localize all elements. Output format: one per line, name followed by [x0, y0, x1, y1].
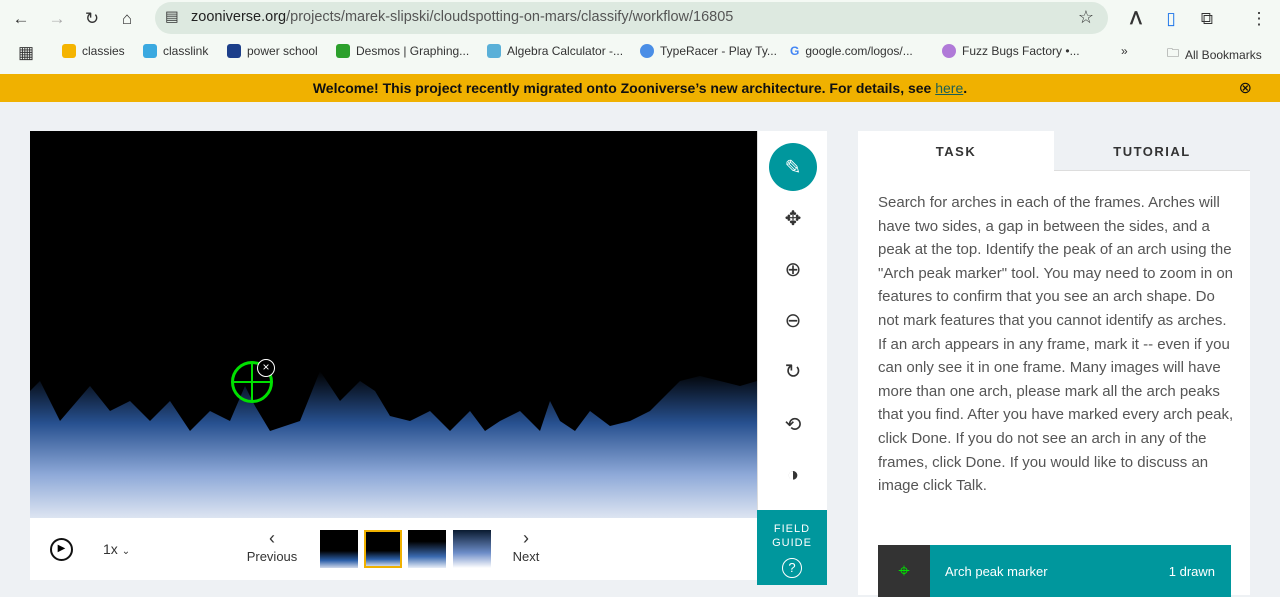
back-icon[interactable]: ←: [10, 8, 32, 30]
reader-icon[interactable]: ▯: [1160, 8, 1182, 30]
bookmark-label: google.com/logos/...: [805, 44, 913, 58]
bookmark-fuzz-bugs[interactable]: Fuzz Bugs Factory •...: [942, 44, 1080, 58]
all-bookmarks-label: All Bookmarks: [1185, 47, 1262, 62]
frame-thumbnail-2[interactable]: [364, 530, 402, 568]
cloud-image: [30, 371, 757, 519]
previous-button[interactable]: ‹ Previous: [242, 528, 302, 564]
bookmark-label: Desmos | Graphing...: [356, 44, 470, 58]
bookmark-algebra[interactable]: Algebra Calculator -...: [487, 44, 623, 58]
forward-icon[interactable]: →: [46, 8, 68, 30]
crosshair-icon: ⌖: [878, 545, 930, 597]
close-banner-icon[interactable]: ⊗: [1239, 78, 1252, 98]
reload-icon[interactable]: ↻: [81, 8, 103, 30]
speed-value: 1x: [103, 541, 118, 557]
url-host: zooniverse.org: [191, 9, 287, 25]
bookmark-classlink[interactable]: classlink: [143, 44, 208, 58]
reset-icon[interactable]: ⟲: [769, 400, 817, 448]
marker-count: 1 drawn: [1168, 564, 1215, 579]
chevron-down-icon: ⌄: [121, 546, 131, 557]
tab-task[interactable]: TASK: [858, 131, 1054, 171]
apps-icon[interactable]: ▦: [15, 42, 37, 64]
welcome-banner: Welcome! This project recently migrated …: [0, 74, 1280, 102]
bookmark-label: power school: [247, 44, 318, 58]
bookmark-label: Fuzz Bugs Factory •...: [962, 44, 1080, 58]
zoom-out-icon[interactable]: ⊖: [769, 296, 817, 344]
menu-icon[interactable]: ⋮: [1248, 8, 1270, 30]
bookmark-label: classies: [82, 44, 125, 58]
star-icon[interactable]: ☆: [1078, 7, 1094, 28]
delete-mark-icon[interactable]: ×: [257, 359, 275, 377]
all-bookmarks[interactable]: 🗀 All Bookmarks: [1167, 44, 1262, 65]
bookmark-power-school[interactable]: power school: [227, 44, 318, 58]
task-instructions: Search for arches in each of the frames.…: [878, 194, 1234, 495]
tab-tutorial[interactable]: TUTORIAL: [1054, 131, 1250, 171]
annotate-pencil-icon[interactable]: ✎: [769, 143, 817, 191]
arch-peak-marker-tool[interactable]: ⌖ Arch peak marker 1 drawn: [878, 545, 1231, 597]
frame-thumbnail-1[interactable]: [320, 530, 358, 568]
next-button[interactable]: › Next: [506, 528, 546, 564]
crosshair-horizontal: [234, 381, 270, 383]
chevron-right-icon: ›: [523, 528, 529, 548]
field-guide-label-2: GUIDE: [772, 537, 812, 549]
next-label: Next: [512, 549, 540, 564]
help-icon: ?: [782, 558, 802, 578]
speed-select[interactable]: 1x ⌄: [103, 541, 130, 557]
bookmark-typeracer[interactable]: TypeRacer - Play Ty...: [640, 44, 777, 58]
invert-contrast-icon[interactable]: ◑: [769, 451, 817, 499]
chevron-left-icon: ‹: [269, 528, 275, 548]
rotate-icon[interactable]: ↻: [769, 347, 817, 395]
folder-icon: 🗀: [1167, 46, 1180, 60]
bookmark-desmos[interactable]: Desmos | Graphing...: [336, 44, 469, 58]
bookmark-label: TypeRacer - Play Ty...: [660, 44, 777, 58]
more-bookmarks[interactable]: »: [1121, 44, 1128, 58]
address-bar[interactable]: ▤ zooniverse.org/projects/marek-slipski/c…: [155, 2, 1108, 34]
frame-thumbnail-4[interactable]: [453, 530, 491, 568]
banner-end: .: [963, 80, 968, 96]
url-path: /projects/marek-slipski/cloudspotting-on…: [286, 9, 734, 25]
frame-thumbnail-3[interactable]: [408, 530, 446, 568]
previous-label: Previous: [246, 549, 298, 564]
banner-text: Welcome! This project recently migrated …: [312, 80, 936, 96]
extensions-icon[interactable]: ⧉: [1196, 8, 1218, 30]
bookmark-classies[interactable]: classies: [62, 44, 125, 58]
bookmark-google-logos[interactable]: Ggoogle.com/logos/...: [790, 44, 913, 58]
marker-label: Arch peak marker: [945, 564, 1048, 579]
move-icon[interactable]: ✥: [769, 194, 817, 242]
zoom-in-icon[interactable]: ⊕: [769, 245, 817, 293]
subject-image[interactable]: ×: [30, 131, 757, 519]
bookmark-label: Algebra Calculator -...: [507, 44, 624, 58]
field-guide-button[interactable]: FIELD GUIDE?: [757, 510, 827, 585]
task-panel: TASK TUTORIAL Search for arches in each …: [858, 131, 1250, 597]
site-info-icon[interactable]: ▤: [165, 9, 179, 25]
home-icon[interactable]: ⌂: [116, 8, 138, 30]
cloud-formation: [30, 371, 757, 519]
frame-controls: ▶ 1x ⌄ ‹ Previous › Next: [30, 518, 757, 580]
image-toolbar: ✎ ✥ ⊕ ⊖ ↻ ⟲ ◑: [757, 131, 827, 510]
extension-icon[interactable]: ᐱ: [1125, 8, 1147, 30]
browser-chrome: ← → ↻ ⌂ ▤ zooniverse.org/projects/marek-s…: [0, 0, 1280, 74]
bookmark-label: classlink: [163, 44, 209, 58]
play-button[interactable]: ▶: [50, 538, 73, 561]
field-guide-label-1: FIELD: [773, 523, 811, 535]
banner-link[interactable]: here: [935, 80, 963, 96]
